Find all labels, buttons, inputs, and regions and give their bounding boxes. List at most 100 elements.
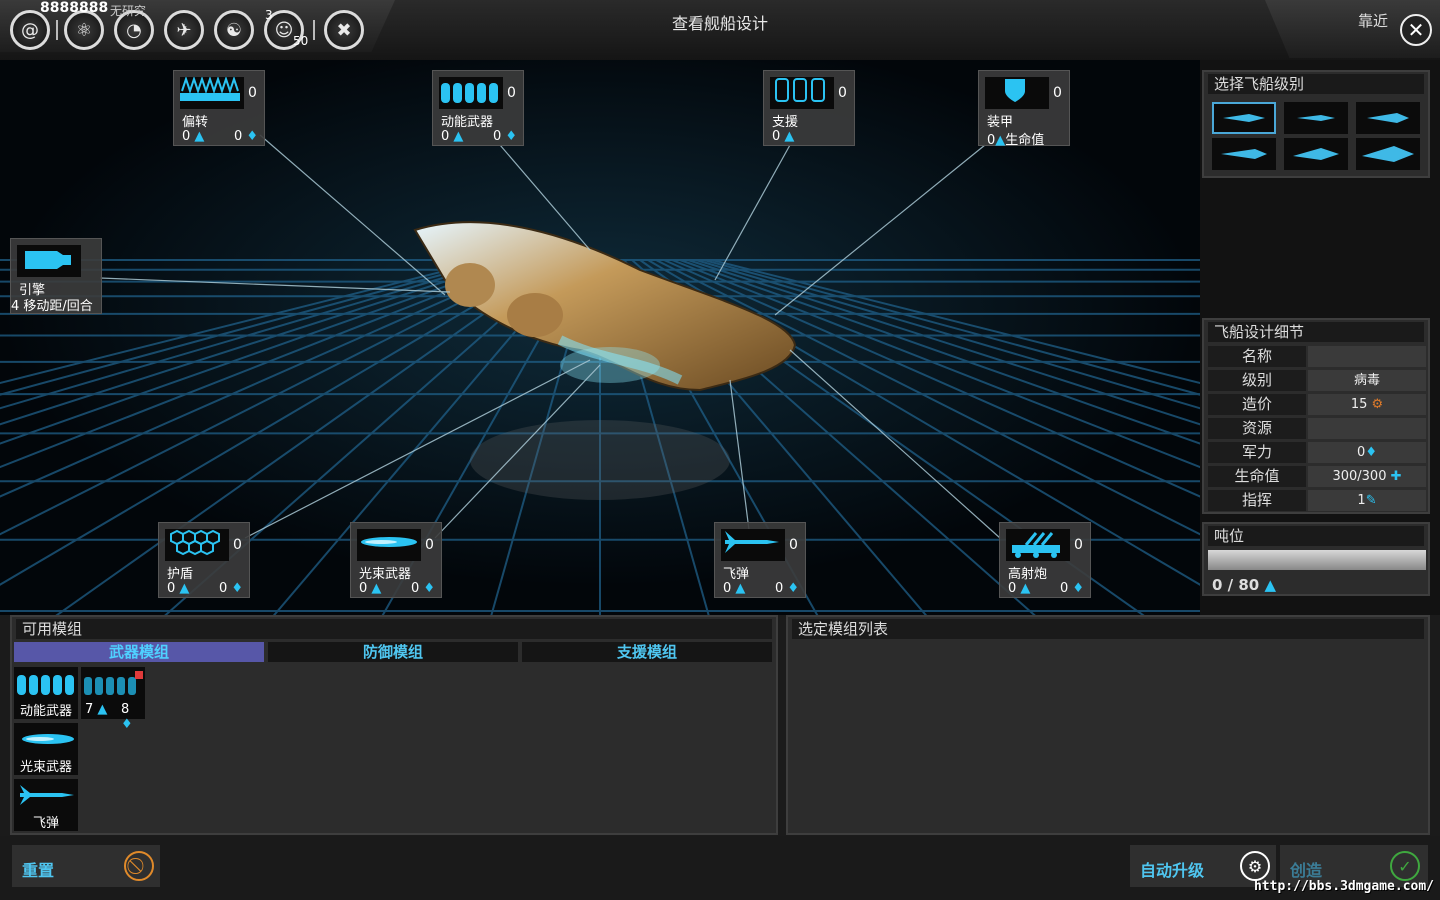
tab-defense-modules[interactable]: 防御模组	[268, 642, 518, 662]
gear-icon: ⚙	[1240, 851, 1270, 881]
slot-flak[interactable]: 0 高射炮 0 ▲ 0 ♦	[999, 522, 1091, 598]
ship-class-option[interactable]	[1284, 138, 1348, 170]
slot-deflector[interactable]: 0 偏转 0 ▲ 0 ♦	[173, 70, 265, 146]
available-modules-title: 可用模组	[16, 619, 772, 639]
beam-tonnage: 0 ▲	[359, 581, 382, 596]
deflector-icon	[180, 77, 244, 109]
top-bar: @ ⚛ ◔ ✈ ☯ ☺ ✖ 8888888 无研究 3 50 查看舰船设计 靠近…	[0, 0, 1440, 60]
ship-class-option[interactable]	[1212, 138, 1276, 170]
ship-class-option[interactable]	[1212, 102, 1276, 134]
design-details-panel: 飞船设计细节 名称 级别 病毒 造价 15 ⚙ 资源 军力 0♦ 生命值 300…	[1202, 318, 1430, 514]
slot-support[interactable]: 0 支援 0 ▲	[763, 70, 855, 146]
slot-kinetic[interactable]: 0 动能武器 0 ▲ 0 ♦	[432, 70, 524, 146]
tonnage-value: 0 / 80 ▲	[1212, 576, 1276, 594]
plus-icon: ✚	[1390, 469, 1402, 484]
detail-row-military: 军力 0♦	[1208, 442, 1426, 463]
hero-sub-count: 50	[293, 34, 309, 48]
power-icon: ♦	[1365, 445, 1377, 460]
beam-power: 0 ♦	[411, 581, 436, 596]
missile-count: 0	[789, 537, 798, 553]
watermark-text: http://bbs.3dmgame.com/	[1253, 879, 1434, 894]
slot-armor[interactable]: 0 装甲 0▲生命值	[978, 70, 1070, 148]
missile-power: 0 ♦	[775, 581, 800, 596]
ship-viewport[interactable]: 0 偏转 0 ▲ 0 ♦ 0 动能武器 0 ▲ 0 ♦ 0 支援 0 ▲ 0 装…	[0, 60, 1200, 615]
design-details-title: 飞船设计细节	[1208, 322, 1424, 342]
kinetic-power: 0 ♦	[493, 129, 518, 144]
deflector-name: 偏转	[182, 115, 209, 130]
kinetic-weapon-upgraded-icon	[83, 669, 143, 697]
engine-icon	[17, 245, 81, 277]
armor-count: 0	[1053, 85, 1062, 101]
module-power: 8 ♦	[121, 702, 133, 732]
flak-tonnage: 0 ▲	[1008, 581, 1031, 596]
command-icon: ✎	[1365, 493, 1377, 508]
beam-count: 0	[425, 537, 434, 553]
detail-row-name: 名称	[1208, 346, 1426, 367]
support-icon	[770, 77, 834, 109]
zoom-in-button[interactable]: 靠近	[1358, 10, 1388, 31]
beam-weapon-icon	[16, 725, 76, 753]
kinetic-tonnage: 0 ▲	[441, 129, 464, 144]
tonnage-panel: 吨位 0 / 80 ▲	[1202, 522, 1430, 596]
ship-class-option[interactable]	[1356, 138, 1420, 170]
shield-name: 护盾	[167, 567, 194, 582]
missile-tonnage: 0 ▲	[723, 581, 746, 596]
kinetic-weapon-icon	[16, 669, 76, 697]
detail-row-cost: 造价 15 ⚙	[1208, 394, 1426, 415]
module-kinetic[interactable]: 动能武器	[14, 667, 78, 719]
detail-row-command: 指挥 1✎	[1208, 490, 1426, 511]
ship-class-option[interactable]	[1356, 102, 1420, 134]
slot-beam[interactable]: 0 光束武器 0 ▲ 0 ♦	[350, 522, 442, 598]
tonnage-title: 吨位	[1208, 526, 1424, 546]
ship-class-panel: 选择飞船级别	[1202, 70, 1430, 178]
shield-power: 0 ♦	[219, 581, 244, 596]
ship-class-title: 选择飞船级别	[1208, 74, 1424, 94]
deflector-tonnage: 0 ▲	[182, 129, 205, 144]
missile-icon	[721, 529, 785, 561]
flak-count: 0	[1074, 537, 1083, 553]
prohibit-icon: ⃠	[124, 851, 154, 881]
tab-support-modules[interactable]: 支援模组	[522, 642, 772, 662]
slot-missile[interactable]: 0 飞弹 0 ▲ 0 ♦	[714, 522, 806, 598]
module-missile[interactable]: 飞弹	[14, 779, 78, 831]
ship-name-input[interactable]	[1308, 346, 1426, 367]
detail-row-hp: 生命值 300/300 ✚	[1208, 466, 1426, 487]
support-tonnage: 0 ▲	[772, 129, 795, 144]
support-count: 0	[838, 85, 847, 101]
shield-count: 0	[233, 537, 242, 553]
detail-row-resource: 资源	[1208, 418, 1426, 439]
support-name: 支援	[772, 115, 799, 130]
flak-cannon-icon	[1006, 529, 1070, 561]
kinetic-count: 0	[507, 85, 516, 101]
gear-icon: ⚙	[1371, 397, 1384, 412]
detail-row-class: 级别 病毒	[1208, 370, 1426, 391]
slot-engine[interactable]: 引擎 4 移动距/回合	[10, 238, 102, 314]
page-title: 查看舰船设计	[671, 14, 768, 33]
module-beam[interactable]: 光束武器	[14, 723, 78, 775]
flak-power: 0 ♦	[1060, 581, 1085, 596]
flak-name: 高射炮	[1008, 567, 1048, 582]
beam-weapon-icon	[357, 529, 421, 561]
armor-name: 装甲	[987, 115, 1014, 130]
selected-modules-title: 选定模组列表	[792, 619, 1424, 639]
tonnage-bar	[1208, 550, 1426, 570]
ship-class-option[interactable]	[1284, 102, 1348, 134]
reset-button[interactable]: 重置 ⃠	[12, 845, 160, 887]
selected-modules-panel: 选定模组列表	[786, 615, 1430, 835]
module-kinetic-upgraded[interactable]: 7 ▲ 8 ♦	[81, 667, 145, 732]
beam-name: 光束武器	[359, 567, 412, 582]
deflector-power: 0 ♦	[234, 129, 259, 144]
armor-shield-icon	[985, 77, 1049, 109]
kinetic-name: 动能武器	[441, 115, 494, 130]
slot-shield[interactable]: 0 护盾 0 ▲ 0 ♦	[158, 522, 250, 598]
tab-weapon-modules[interactable]: 武器模组	[14, 642, 264, 662]
armor-hp: 0▲生命值	[987, 133, 1045, 148]
checkmark-icon: ✓	[1390, 851, 1420, 881]
hex-shield-icon	[165, 529, 229, 561]
kinetic-weapon-icon	[439, 77, 503, 109]
close-button[interactable]: ✕	[1400, 14, 1432, 46]
shield-tonnage: 0 ▲	[167, 581, 190, 596]
deflector-count: 0	[248, 85, 257, 101]
module-tonnage: 7 ▲	[85, 702, 108, 717]
missile-name: 飞弹	[723, 567, 750, 582]
